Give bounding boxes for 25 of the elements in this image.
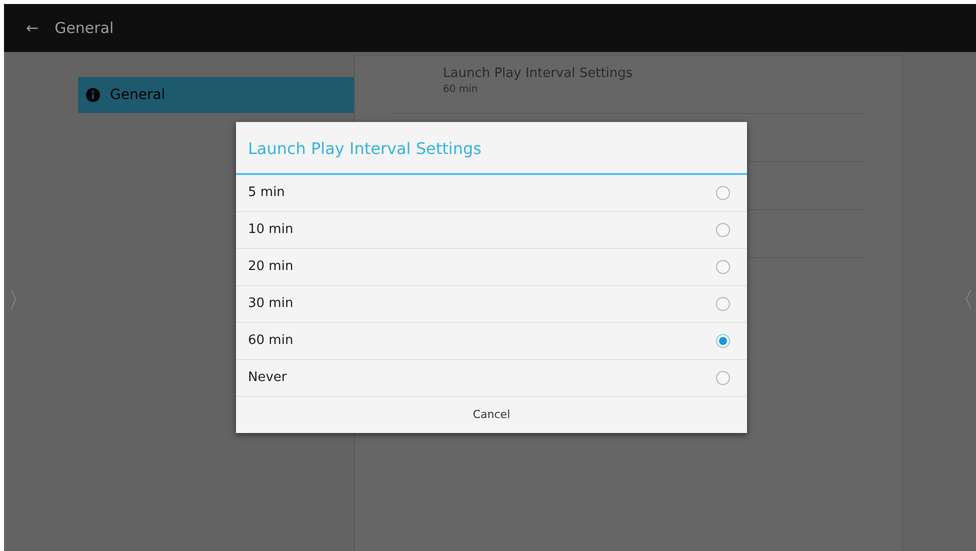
app-bar-title: General xyxy=(54,18,114,39)
option-label: 10 min xyxy=(248,221,294,240)
option-label: 60 min xyxy=(248,332,294,350)
setting-summary: 60 min xyxy=(443,83,479,97)
radio-button[interactable] xyxy=(716,260,730,274)
radio-option[interactable]: Never xyxy=(236,360,747,397)
dialog-title: Launch Play Interval Settings xyxy=(236,122,747,175)
setting-title: Launch Play Interval Settings xyxy=(443,66,634,82)
radio-button[interactable] xyxy=(716,371,730,385)
back-icon[interactable]: ← xyxy=(26,16,39,40)
radio-option[interactable]: 30 min xyxy=(236,286,747,323)
option-label: 5 min xyxy=(248,184,285,202)
option-label: 20 min xyxy=(248,258,294,276)
info-icon xyxy=(86,88,100,102)
radio-option[interactable]: 60 min xyxy=(236,323,747,360)
radio-button[interactable] xyxy=(716,334,730,348)
radio-button[interactable] xyxy=(716,186,730,200)
radio-button[interactable] xyxy=(716,297,730,311)
radio-option[interactable]: 10 min xyxy=(236,212,747,249)
radio-option[interactable]: 20 min xyxy=(236,249,747,286)
radio-option[interactable]: 5 min xyxy=(236,175,747,212)
option-label: 30 min xyxy=(248,295,294,314)
cancel-button[interactable]: Cancel xyxy=(236,397,747,433)
option-label: Never xyxy=(248,369,287,388)
radio-button[interactable] xyxy=(716,223,730,237)
